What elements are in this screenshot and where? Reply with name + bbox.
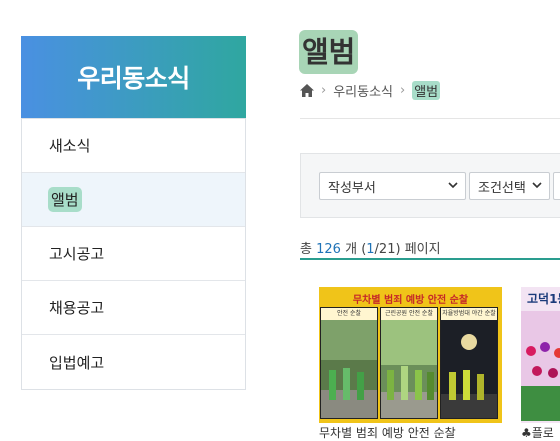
- chevron-right-icon: ›: [321, 82, 327, 98]
- sidebar-item-label: 새소식: [49, 137, 91, 155]
- sidebar-item-label: 채용공고: [49, 299, 105, 317]
- panel-caption: 자율방범대 야간 순찰: [441, 308, 497, 320]
- page-title-text: 앨범: [299, 30, 359, 74]
- department-select-value: 작성부서: [328, 180, 376, 196]
- count-divider: [300, 258, 560, 260]
- home-icon[interactable]: [300, 83, 314, 97]
- album-thumbnail[interactable]: 고덕1동: [521, 287, 560, 423]
- breadcrumb: › 우리동소식 › 앨범: [300, 80, 441, 100]
- panel-caption: 안전 순찰: [321, 308, 377, 320]
- search-filter-box: 작성부서 조건선택: [300, 153, 560, 218]
- sidebar-item-news[interactable]: 새소식: [22, 119, 245, 173]
- department-select[interactable]: 작성부서: [319, 172, 466, 200]
- chevron-right-icon: ›: [400, 82, 406, 98]
- photo-panel: 자율방범대 야간 순찰: [440, 307, 498, 419]
- chevron-down-icon: [448, 182, 458, 189]
- album-caption[interactable]: ♣플로: [521, 424, 554, 441]
- title-divider: [300, 118, 560, 119]
- sidebar-item-jobs[interactable]: 채용공고: [22, 281, 245, 335]
- photo-panel: 근린공원 안전 순찰: [380, 307, 438, 419]
- sidebar-item-label: 입법예고: [49, 353, 105, 372]
- page-close: ): [395, 242, 401, 257]
- sidebar-item-album[interactable]: 앨범: [22, 173, 245, 227]
- count-unit: 개: [345, 242, 358, 257]
- photo-panel: 안전 순찰: [320, 307, 378, 419]
- patrol-photo: [321, 320, 377, 418]
- page-title: 앨범: [299, 29, 359, 75]
- album-thumbnail[interactable]: 무차별 범죄 예방 안전 순찰 안전 순찰 근린공원 안전 순찰 자율방범대 야…: [319, 287, 502, 423]
- group-photo: [521, 311, 560, 421]
- sidebar-item-label: 고시공고: [49, 245, 105, 263]
- patrol-photo: [441, 320, 497, 418]
- page-total: /21: [374, 242, 396, 257]
- poster-title: 고덕1동: [527, 292, 560, 306]
- result-count: 총 126 개 (1/21) 페이지: [300, 238, 441, 257]
- condition-select[interactable]: 조건선택: [469, 172, 550, 200]
- search-input[interactable]: [553, 172, 560, 200]
- sidebar-item-legislation[interactable]: 입법예고: [22, 335, 245, 389]
- panel-caption: 근린공원 안전 순찰: [381, 308, 437, 320]
- count-prefix: 총: [300, 242, 312, 257]
- chevron-down-icon: [532, 182, 542, 189]
- sidebar-item-label: 앨범: [49, 188, 81, 211]
- breadcrumb-current: 앨범: [412, 80, 441, 100]
- poster-title: 무차별 범죄 예방 안전 순찰: [352, 295, 469, 306]
- sidebar-item-notices[interactable]: 고시공고: [22, 227, 245, 281]
- count-total: 126: [316, 242, 341, 257]
- condition-select-value: 조건선택: [478, 180, 526, 196]
- sidebar-title: 우리동소식: [21, 36, 246, 118]
- breadcrumb-item[interactable]: 우리동소식: [333, 81, 393, 100]
- patrol-photo: [381, 320, 437, 418]
- page-current: 1: [366, 242, 375, 257]
- album-caption[interactable]: 무차별 범죄 예방 안전 순찰: [319, 424, 456, 441]
- page-label: 페이지: [404, 242, 441, 257]
- sidebar-menu: 새소식 앨범 고시공고 채용공고 입법예고: [21, 118, 246, 390]
